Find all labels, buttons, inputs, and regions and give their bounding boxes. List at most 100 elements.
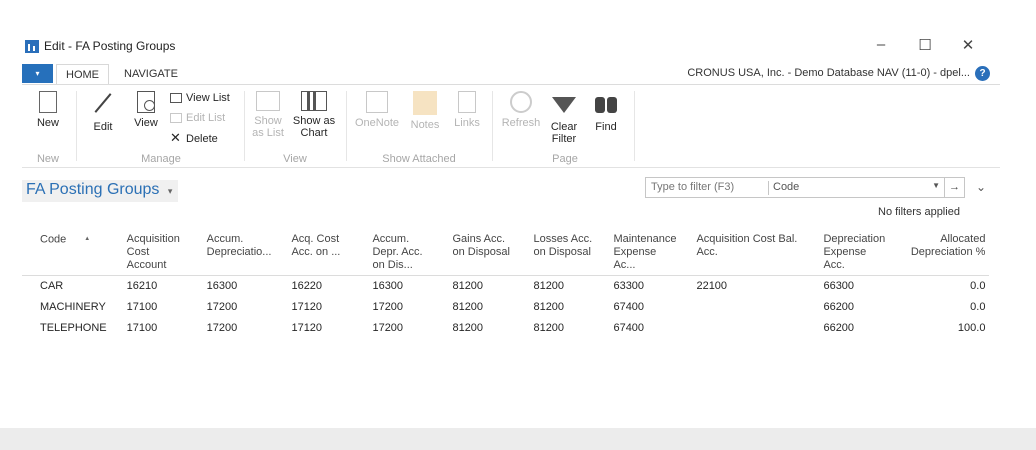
column-header[interactable]: Acquisition Cost Bal. Acc. — [678, 230, 806, 276]
expand-filter-chevron-icon[interactable]: ⌄ — [976, 180, 986, 194]
help-icon[interactable]: ? — [975, 66, 990, 81]
column-header[interactable]: Depreciation Expense Acc. — [805, 230, 888, 276]
clear-filter-button[interactable]: Clear Filter — [546, 91, 582, 145]
table-cell[interactable] — [678, 297, 805, 318]
view-document-icon — [137, 91, 155, 113]
close-button[interactable]: ✕ — [953, 36, 983, 56]
chevron-down-icon[interactable]: ▾ — [168, 186, 173, 196]
group-label-view: View — [283, 153, 307, 165]
table-cell[interactable]: 81200 — [515, 297, 595, 318]
column-header[interactable]: Gains Acc. on Disposal — [434, 230, 516, 276]
ribbon-separator — [492, 91, 493, 161]
refresh-button[interactable]: Refresh — [498, 91, 544, 129]
table-row[interactable]: TELEPHONE 17100 17200 17120 17200 81200 … — [22, 318, 989, 339]
group-label-show-attached: Show Attached — [382, 153, 456, 165]
maximize-button[interactable]: ☐ — [910, 36, 940, 56]
table-cell[interactable]: 81200 — [515, 276, 595, 297]
filter-field-select[interactable]: Code — [773, 181, 799, 193]
cell-code[interactable]: CAR — [22, 276, 109, 297]
clear-filter-label-2: Filter — [551, 133, 577, 145]
table-cell[interactable]: 22100 — [678, 276, 805, 297]
cell-code[interactable]: TELEPHONE — [22, 318, 109, 339]
notes-button[interactable]: Notes — [406, 91, 444, 131]
table-cell[interactable]: 17100 — [109, 297, 189, 318]
table-cell[interactable]: 81200 — [434, 297, 515, 318]
table-cell[interactable]: 16300 — [354, 276, 434, 297]
table-cell[interactable]: 66200 — [805, 297, 887, 318]
column-header[interactable]: Acq. Cost Acc. on ... — [273, 230, 355, 276]
edit-label: Edit — [93, 121, 113, 133]
view-button[interactable]: View — [128, 91, 164, 129]
new-label: New — [36, 117, 59, 129]
filter-icon — [552, 97, 576, 113]
table-cell[interactable]: 17200 — [354, 297, 434, 318]
view-label: View — [134, 117, 158, 129]
column-header[interactable]: Losses Acc. on Disposal — [515, 230, 596, 276]
column-header[interactable]: Accum. Depr. Acc. on Dis... — [354, 230, 435, 276]
table-cell[interactable]: 66200 — [805, 318, 887, 339]
table-cell[interactable]: 17200 — [354, 318, 434, 339]
onenote-label: OneNote — [354, 117, 400, 129]
table-row[interactable]: MACHINERY 17100 17200 17120 17200 81200 … — [22, 297, 989, 318]
onenote-button[interactable]: OneNote — [352, 91, 402, 129]
column-header-code[interactable]: Code ▲ — [22, 230, 109, 276]
bottom-band — [0, 428, 1036, 450]
apply-filter-arrow-icon[interactable]: → — [944, 178, 964, 197]
table-cell[interactable]: 17100 — [109, 318, 189, 339]
company-name[interactable]: CRONUS USA, Inc. - Demo Database NAV (11… — [687, 67, 970, 79]
table-cell[interactable]: 0.0 — [887, 276, 989, 297]
edit-button[interactable]: Edit — [86, 91, 120, 133]
table-cell[interactable]: 16220 — [273, 276, 354, 297]
delete-button[interactable]: ✕ Delete — [170, 131, 218, 146]
filter-input[interactable]: Type to filter (F3) — [651, 181, 734, 193]
show-as-list-label-2: as List — [252, 127, 284, 139]
table-header-row: Code ▲ Acquisition Cost Account Accum. De… — [22, 230, 990, 276]
column-header[interactable]: Accum. Depreciatio... — [188, 230, 274, 276]
table-cell[interactable]: 81200 — [434, 318, 515, 339]
table-cell[interactable] — [678, 318, 805, 339]
minimize-button[interactable]: – — [866, 36, 896, 56]
list-icon — [170, 93, 182, 103]
filter-divider — [768, 181, 769, 195]
filter-box[interactable]: Type to filter (F3) Code ▼ → — [645, 177, 965, 198]
show-as-list-button[interactable]: Show as List — [250, 91, 286, 139]
table-cell[interactable]: 67400 — [595, 318, 678, 339]
table-cell[interactable]: 17200 — [189, 297, 274, 318]
title-bar: Edit - FA Posting Groups – ☐ ✕ — [0, 0, 1036, 62]
window-title: Edit - FA Posting Groups — [44, 39, 176, 53]
table-cell[interactable]: 63300 — [595, 276, 678, 297]
table-cell[interactable]: 67400 — [595, 297, 678, 318]
dropdown-arrow-icon[interactable]: ▼ — [932, 181, 940, 190]
table-cell[interactable]: 81200 — [515, 318, 595, 339]
table-cell[interactable]: 16210 — [109, 276, 189, 297]
sort-ascending-icon: ▲ — [84, 236, 91, 242]
new-button[interactable]: New — [30, 91, 66, 129]
table-cell[interactable]: 100.0 — [887, 318, 989, 339]
column-header[interactable]: Allocated Depreciation % — [887, 230, 990, 276]
table-cell[interactable]: 81200 — [434, 276, 515, 297]
page-title[interactable]: FA Posting Groups ▾ — [22, 180, 179, 202]
table-cell[interactable]: 16300 — [189, 276, 274, 297]
links-label: Links — [454, 117, 480, 129]
table-cell[interactable]: 17120 — [273, 297, 354, 318]
table-cell[interactable]: 17120 — [273, 318, 354, 339]
table-cell[interactable]: 17200 — [189, 318, 274, 339]
tab-home[interactable]: HOME — [56, 64, 109, 84]
show-as-chart-button[interactable]: Show as Chart — [290, 91, 338, 139]
binoculars-icon — [593, 91, 619, 117]
table-cell[interactable]: 0.0 — [887, 297, 989, 318]
table-cell[interactable]: 66300 — [805, 276, 887, 297]
table-row[interactable]: CAR 16210 16300 16220 16300 81200 81200 … — [22, 276, 989, 297]
column-header[interactable]: Acquisition Cost Account — [108, 230, 189, 276]
edit-list-button[interactable]: Edit List — [170, 111, 225, 125]
links-button[interactable]: Links — [450, 91, 484, 129]
find-button[interactable]: Find — [588, 91, 624, 133]
clear-filter-label: Clear — [550, 121, 578, 133]
tab-navigate[interactable]: NAVIGATE — [115, 64, 187, 84]
application-menu-button[interactable]: ▾ — [22, 64, 53, 83]
column-header[interactable]: Maintenance Expense Ac... — [595, 230, 679, 276]
view-list-button[interactable]: View List — [170, 91, 230, 105]
cell-code[interactable]: MACHINERY — [22, 297, 109, 318]
page-title-text: FA Posting Groups — [26, 181, 160, 198]
ribbon-separator — [76, 91, 77, 161]
